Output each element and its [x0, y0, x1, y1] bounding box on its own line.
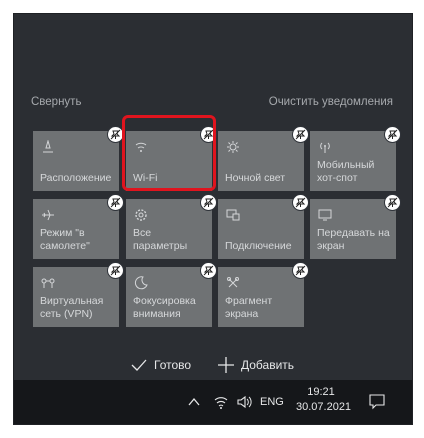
connect-icon — [226, 208, 240, 222]
unpin-icon[interactable] — [384, 126, 401, 143]
action-center-panel: Свернуть Очистить уведомления Расположен… — [14, 14, 412, 424]
tile-label: Все параметры — [133, 227, 188, 252]
screen-snip-icon — [226, 276, 240, 290]
language-indicator[interactable]: ENG — [260, 396, 284, 408]
clear-notifications-link[interactable]: Очистить уведомления — [269, 96, 393, 108]
add-button[interactable]: Добавить — [217, 356, 294, 374]
tile-all-settings[interactable]: Все параметры — [126, 194, 217, 259]
tile-label: Фрагмент экрана — [225, 295, 273, 320]
location-icon — [41, 140, 55, 154]
tile-label: Фокусировка внимания — [133, 295, 196, 320]
unpin-icon[interactable] — [107, 262, 124, 279]
tile-label: Ночной свет — [225, 172, 286, 184]
tile-project[interactable]: Передавать на экран — [310, 194, 401, 259]
unpin-icon[interactable] — [292, 194, 309, 211]
focus-assist-icon — [134, 276, 148, 290]
airplane-icon — [41, 208, 55, 222]
tile-focus-assist[interactable]: Фокусировка внимания — [126, 262, 217, 327]
tile-label: Расположение — [40, 172, 112, 184]
tile-connect[interactable]: Подключение — [218, 194, 309, 259]
clock[interactable]: 19:21 30.07.2021 — [296, 385, 352, 415]
tile-screen-snip[interactable]: Фрагмент экрана — [218, 262, 309, 327]
mobile-hotspot-icon — [318, 140, 332, 154]
unpin-icon[interactable] — [107, 194, 124, 211]
tile-vpn[interactable]: Виртуальная сеть (VPN) — [33, 262, 124, 327]
notifications-icon[interactable] — [368, 392, 386, 410]
unpin-icon[interactable] — [200, 262, 217, 279]
add-label: Добавить — [241, 358, 295, 372]
tile-label: Виртуальная сеть (VPN) — [40, 295, 104, 320]
settings-icon — [134, 208, 148, 222]
tile-airplane-mode[interactable]: Режим "в самолете" — [33, 194, 124, 259]
plus-icon — [217, 356, 235, 374]
tile-label: Подключение — [225, 240, 292, 252]
done-button[interactable]: Готово — [130, 356, 191, 374]
unpin-icon[interactable] — [200, 194, 217, 211]
tile-location[interactable]: Расположение — [33, 126, 124, 191]
unpin-icon[interactable] — [292, 262, 309, 279]
volume-icon[interactable] — [236, 394, 252, 410]
unpin-icon[interactable] — [384, 194, 401, 211]
tile-mobile-hotspot[interactable]: Мобильный хот-спот — [310, 126, 401, 191]
tile-label: Мобильный хот-спот — [317, 159, 375, 184]
wifi-tray-icon[interactable] — [213, 394, 229, 410]
clock-time: 19:21 — [307, 386, 335, 398]
wifi-highlight-box — [122, 115, 216, 191]
night-light-icon — [226, 140, 240, 154]
project-icon — [318, 208, 332, 222]
unpin-icon[interactable] — [292, 126, 309, 143]
collapse-link[interactable]: Свернуть — [31, 96, 81, 108]
clock-date: 30.07.2021 — [296, 401, 352, 413]
tile-night-light[interactable]: Ночной свет — [218, 126, 309, 191]
checkmark-icon — [130, 356, 148, 374]
done-label: Готово — [154, 358, 192, 372]
chevron-up-icon[interactable] — [187, 395, 201, 409]
tile-label: Режим "в самолете" — [40, 227, 90, 252]
tile-label: Передавать на экран — [317, 227, 390, 252]
taskbar: ENG 19:21 30.07.2021 — [14, 380, 412, 424]
vpn-icon — [41, 276, 55, 290]
